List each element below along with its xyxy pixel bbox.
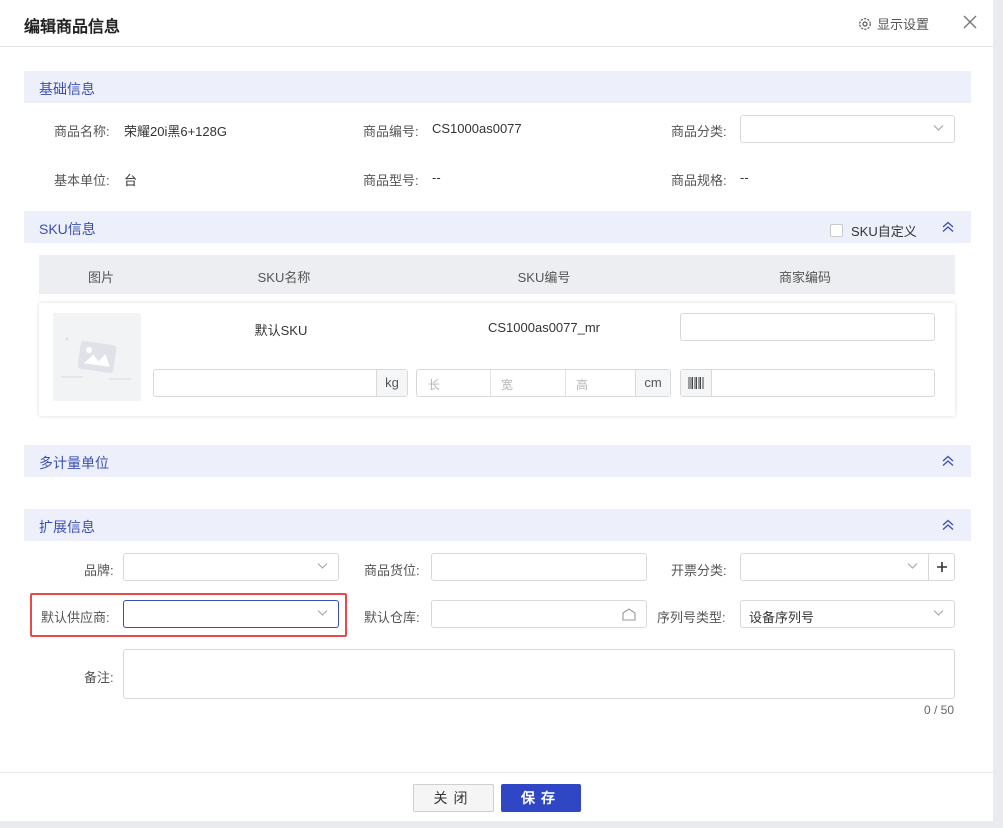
base-unit-label: 基本单位: bbox=[54, 173, 110, 188]
close-icon[interactable] bbox=[962, 14, 978, 30]
chevron-down-icon bbox=[907, 563, 918, 569]
size-unit-suffix: cm bbox=[635, 370, 670, 396]
display-settings-button[interactable]: 显示设置 bbox=[858, 14, 929, 33]
checkbox-box[interactable] bbox=[830, 224, 843, 237]
default-warehouse-label: 默认仓库: bbox=[364, 610, 420, 625]
barcode-input[interactable] bbox=[680, 369, 935, 397]
product-name-label: 商品名称: bbox=[54, 124, 110, 139]
product-model-label: 商品型号: bbox=[363, 173, 419, 188]
invoice-category-label: 开票分类: bbox=[671, 563, 727, 578]
section-multi-unit: 多计量单位 bbox=[24, 445, 971, 477]
section-sku-info: SKU信息 bbox=[24, 211, 971, 243]
close-button[interactable]: 关闭 bbox=[413, 784, 494, 812]
dimensions-input[interactable]: 长 宽 高 cm bbox=[416, 369, 671, 397]
default-supplier-label: 默认供应商: bbox=[41, 610, 110, 625]
chevron-down-icon bbox=[933, 610, 944, 616]
product-spec-label: 商品规格: bbox=[671, 173, 727, 188]
chevron-down-icon bbox=[317, 563, 328, 569]
section-title-basic: 基础信息 bbox=[39, 81, 95, 97]
divider bbox=[490, 370, 491, 396]
serial-type-select[interactable]: 设备序列号 bbox=[740, 600, 955, 628]
column-header-image: 图片 bbox=[87, 270, 115, 285]
column-header-sku-code: SKU编号 bbox=[517, 270, 571, 285]
image-placeholder[interactable] bbox=[53, 313, 141, 401]
collapse-up-icon[interactable] bbox=[942, 221, 954, 233]
product-category-label: 商品分类: bbox=[671, 124, 727, 139]
column-header-sku-name: SKU名称 bbox=[257, 270, 311, 285]
brand-select[interactable] bbox=[123, 553, 339, 581]
brand-label: 品牌: bbox=[84, 563, 114, 578]
add-invoice-category-button[interactable] bbox=[928, 553, 955, 581]
section-title-multi-unit: 多计量单位 bbox=[39, 455, 109, 471]
section-extended-info: 扩展信息 bbox=[24, 509, 971, 541]
warehouse-icon bbox=[622, 608, 636, 621]
height-placeholder[interactable]: 高 bbox=[576, 376, 588, 393]
location-input[interactable] bbox=[431, 553, 647, 581]
sku-table-header: 图片 SKU名称 SKU编号 商家编码 bbox=[39, 255, 955, 294]
product-model-value: -- bbox=[432, 170, 441, 185]
invoice-category-select[interactable] bbox=[740, 553, 929, 581]
chevron-down-icon bbox=[933, 125, 944, 131]
section-basic-info: 基础信息 bbox=[24, 71, 971, 103]
sku-row-card: 默认SKU CS1000as0077_mr kg 长 宽 高 cm bbox=[39, 303, 955, 416]
width-placeholder[interactable]: 宽 bbox=[501, 376, 513, 393]
section-title-extended: 扩展信息 bbox=[39, 519, 95, 535]
base-unit-value: 台 bbox=[124, 173, 138, 188]
weight-input[interactable]: kg bbox=[153, 369, 408, 397]
chevron-down-icon bbox=[317, 610, 328, 616]
weight-unit-suffix: kg bbox=[376, 370, 407, 396]
save-button[interactable]: 保存 bbox=[501, 784, 581, 812]
remark-label: 备注: bbox=[84, 670, 114, 685]
merchant-code-input[interactable] bbox=[680, 313, 935, 341]
default-supplier-select[interactable] bbox=[123, 600, 339, 628]
serial-type-label: 序列号类型: bbox=[657, 610, 726, 625]
barcode-icon bbox=[688, 377, 704, 389]
location-label: 商品货位: bbox=[364, 563, 420, 578]
default-warehouse-input[interactable] bbox=[431, 600, 647, 628]
plus-icon bbox=[936, 562, 947, 572]
gear-icon bbox=[859, 17, 871, 30]
dialog-footer: 关闭 保存 bbox=[0, 772, 993, 821]
barcode-prefix[interactable] bbox=[681, 370, 712, 396]
serial-type-value: 设备序列号 bbox=[749, 610, 815, 625]
collapse-up-icon[interactable] bbox=[942, 519, 954, 531]
dialog-title: 编辑商品信息 bbox=[24, 19, 121, 36]
product-code-value: CS1000as0077 bbox=[432, 121, 522, 136]
sku-custom-checkbox[interactable]: SKU自定义 bbox=[830, 221, 917, 240]
product-name-value: 荣耀20i黑6+128G bbox=[124, 124, 227, 139]
collapse-up-icon[interactable] bbox=[942, 455, 954, 467]
length-placeholder[interactable]: 长 bbox=[428, 376, 440, 393]
column-header-merchant-code: 商家编码 bbox=[778, 270, 832, 285]
product-spec-value: -- bbox=[740, 170, 749, 185]
remark-char-counter: 0 / 50 bbox=[924, 703, 955, 717]
product-category-select[interactable] bbox=[740, 115, 955, 143]
edit-product-dialog: 编辑商品信息 显示设置 基础信息 商品名称: 荣耀20i黑6+128G 商品编号… bbox=[0, 0, 993, 821]
product-code-label: 商品编号: bbox=[363, 124, 419, 139]
display-settings-label: 显示设置 bbox=[877, 17, 930, 32]
remark-textarea[interactable] bbox=[123, 649, 955, 699]
sku-custom-label: SKU自定义 bbox=[851, 224, 917, 239]
image-icon bbox=[61, 337, 131, 380]
dialog-header: 编辑商品信息 显示设置 bbox=[0, 0, 993, 47]
section-title-sku: SKU信息 bbox=[39, 221, 96, 237]
sku-code-cell: CS1000as0077_mr bbox=[487, 320, 601, 335]
sku-name-cell: 默认SKU bbox=[254, 323, 308, 338]
divider bbox=[565, 370, 566, 396]
